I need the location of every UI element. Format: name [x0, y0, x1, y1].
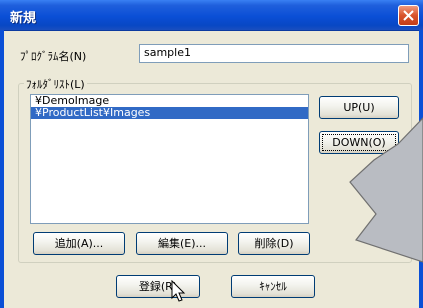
list-item[interactable]: ¥ProductList¥Images	[31, 107, 308, 119]
delete-button[interactable]: 削除(D)	[238, 232, 310, 255]
program-name-input[interactable]: sample1	[139, 44, 409, 63]
window-frame-left	[0, 30, 4, 308]
up-button[interactable]: UP(U)	[319, 96, 399, 119]
window-frame-right	[419, 30, 423, 308]
down-button[interactable]: DOWN(O)	[319, 131, 399, 154]
cancel-button[interactable]: ｷｬﾝｾﾙ	[231, 275, 315, 298]
close-icon	[403, 10, 414, 21]
title-bar[interactable]: 新規	[0, 0, 423, 31]
folder-list-label: ﾌｫﾙﾀﾞﾘｽﾄ(L)	[24, 76, 87, 92]
close-button[interactable]	[398, 5, 419, 26]
register-button[interactable]: 登録(R)	[116, 275, 200, 298]
folder-listbox[interactable]: ¥DemoImage ¥ProductList¥Images	[30, 94, 309, 224]
window-title: 新規	[10, 11, 37, 26]
edit-button[interactable]: 編集(E)...	[136, 232, 228, 255]
program-name-label: ﾌﾟﾛｸﾞﾗﾑ名(N)	[20, 50, 87, 63]
add-button[interactable]: 追加(A)...	[33, 232, 125, 255]
mouse-cursor-icon	[171, 280, 186, 302]
